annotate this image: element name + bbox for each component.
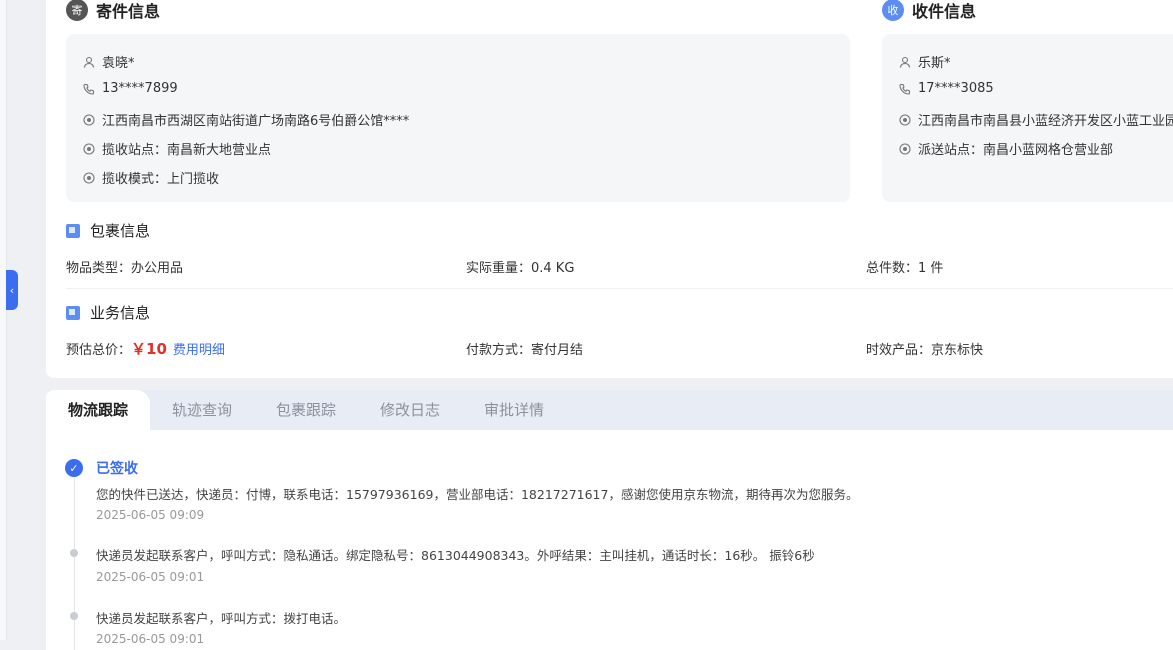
business-section-title: 业务信息 bbox=[66, 302, 150, 323]
payment-method: 付款方式：寄付月结 bbox=[466, 343, 584, 358]
tab-approval-details[interactable]: 审批详情 bbox=[484, 390, 544, 430]
location-icon bbox=[82, 142, 96, 156]
package-section-title: 包裹信息 bbox=[66, 220, 150, 241]
timeline-item-text: 您的快件已送达，快递员：付博，联系电话：15797936169，营业部电话：18… bbox=[96, 487, 859, 502]
receiver-name: 乐斯* bbox=[918, 56, 951, 71]
pickup-mode-row: 揽收模式：上门揽收 bbox=[82, 168, 219, 187]
check-icon: ✓ bbox=[65, 459, 83, 477]
delivery-station-row: 派送站点：南昌小蓝网格仓营业部 bbox=[898, 139, 1113, 158]
timeline-dot bbox=[70, 549, 78, 557]
receiver-title: 收件信息 bbox=[912, 2, 977, 21]
sender-name-row: 袁晓* bbox=[82, 52, 135, 71]
location-icon bbox=[82, 113, 96, 127]
pickup-station-row: 揽收站点：南昌新大地营业点 bbox=[82, 139, 271, 158]
estimated-price-row: 预估总价：￥10 费用明细 bbox=[66, 338, 225, 359]
actual-weight: 实际重量：0.4 KG bbox=[466, 261, 575, 276]
business-icon bbox=[66, 305, 80, 320]
phone-icon bbox=[898, 82, 912, 96]
pickup-station: 揽收站点：南昌新大地营业点 bbox=[102, 143, 272, 158]
fee-detail-link[interactable]: 费用明细 bbox=[173, 343, 225, 358]
receiver-name-row: 乐斯* bbox=[898, 52, 951, 71]
timeline-dot bbox=[70, 612, 78, 620]
sender-box: 袁晓* 13****7899 江西南昌市西湖区南站街道广场南路6号伯爵公馆***… bbox=[66, 34, 850, 202]
phone-icon bbox=[82, 82, 96, 96]
divider bbox=[66, 288, 1173, 289]
user-icon bbox=[898, 55, 912, 69]
receiver-badge: 收 bbox=[882, 0, 904, 21]
sender-badge: 寄 bbox=[66, 0, 88, 21]
receiver-address: 江西南昌市南昌县小蓝经济开发区小蓝工业园 bbox=[918, 114, 1173, 129]
tab-track-query[interactable]: 轨迹查询 bbox=[172, 390, 232, 430]
item-type: 物品类型：办公用品 bbox=[66, 261, 184, 276]
sender-phone-row: 13****7899 bbox=[82, 81, 178, 96]
location-icon bbox=[898, 142, 912, 156]
tab-bar: 物流跟踪 轨迹查询 包裹跟踪 修改日志 审批详情 bbox=[46, 390, 1173, 430]
tracking-card: 物流跟踪 轨迹查询 包裹跟踪 修改日志 审批详情 ✓ 已签收 您的快件已送达，快… bbox=[46, 390, 1173, 650]
timeline-item-title: 已签收 bbox=[96, 461, 138, 477]
delivery-station: 派送站点：南昌小蓝网格仓营业部 bbox=[918, 143, 1114, 158]
tab-change-log[interactable]: 修改日志 bbox=[380, 390, 440, 430]
chevron-left-icon: ‹ bbox=[9, 283, 15, 297]
pickup-mode: 揽收模式：上门揽收 bbox=[102, 172, 220, 187]
sender-title: 寄件信息 bbox=[96, 2, 161, 21]
tab-package-tracking[interactable]: 包裹跟踪 bbox=[276, 390, 336, 430]
receiver-address-row: 江西南昌市南昌县小蓝经济开发区小蓝工业园 bbox=[898, 110, 1173, 129]
price-label: 预估总价： bbox=[66, 343, 132, 358]
product-type: 时效产品：京东标快 bbox=[866, 343, 984, 358]
timeline-item-time: 2025-06-05 09:01 bbox=[96, 632, 205, 646]
receiver-phone: 17****3085 bbox=[918, 81, 994, 96]
tab-logistics-tracking[interactable]: 物流跟踪 bbox=[46, 390, 151, 430]
timeline-item-text: 快递员发起联系客户，呼叫方式：拨打电话。 bbox=[96, 611, 347, 626]
total-count: 总件数：1 件 bbox=[866, 261, 944, 276]
sender-address-row: 江西南昌市西湖区南站街道广场南路6号伯爵公馆**** bbox=[82, 110, 409, 129]
receiver-section-title: 收 收件信息 bbox=[882, 0, 976, 22]
user-icon bbox=[82, 55, 96, 69]
left-edge bbox=[0, 0, 7, 640]
sender-phone: 13****7899 bbox=[102, 81, 178, 96]
receiver-box: 乐斯* 17****3085 江西南昌市南昌县小蓝经济开发区小蓝工业园 派送站点… bbox=[882, 34, 1173, 202]
price-value: ￥10 bbox=[131, 340, 167, 358]
timeline-item-time: 2025-06-05 09:09 bbox=[96, 508, 205, 522]
timeline-item-time: 2025-06-05 09:01 bbox=[96, 570, 205, 584]
sender-name: 袁晓* bbox=[102, 56, 135, 71]
sender-section-title: 寄 寄件信息 bbox=[66, 0, 160, 22]
package-icon bbox=[66, 223, 80, 238]
receiver-phone-row: 17****3085 bbox=[898, 81, 994, 96]
timeline-item-text: 快递员发起联系客户，呼叫方式：隐私通话。绑定隐私号：8613044908343。… bbox=[96, 548, 815, 563]
location-icon bbox=[898, 113, 912, 127]
timeline-line bbox=[74, 478, 75, 650]
business-title: 业务信息 bbox=[90, 304, 151, 322]
location-icon bbox=[82, 171, 96, 185]
package-title: 包裹信息 bbox=[90, 222, 151, 240]
sender-address: 江西南昌市西湖区南站街道广场南路6号伯爵公馆**** bbox=[102, 114, 410, 129]
sidebar-collapse-toggle[interactable]: ‹ bbox=[6, 270, 18, 310]
